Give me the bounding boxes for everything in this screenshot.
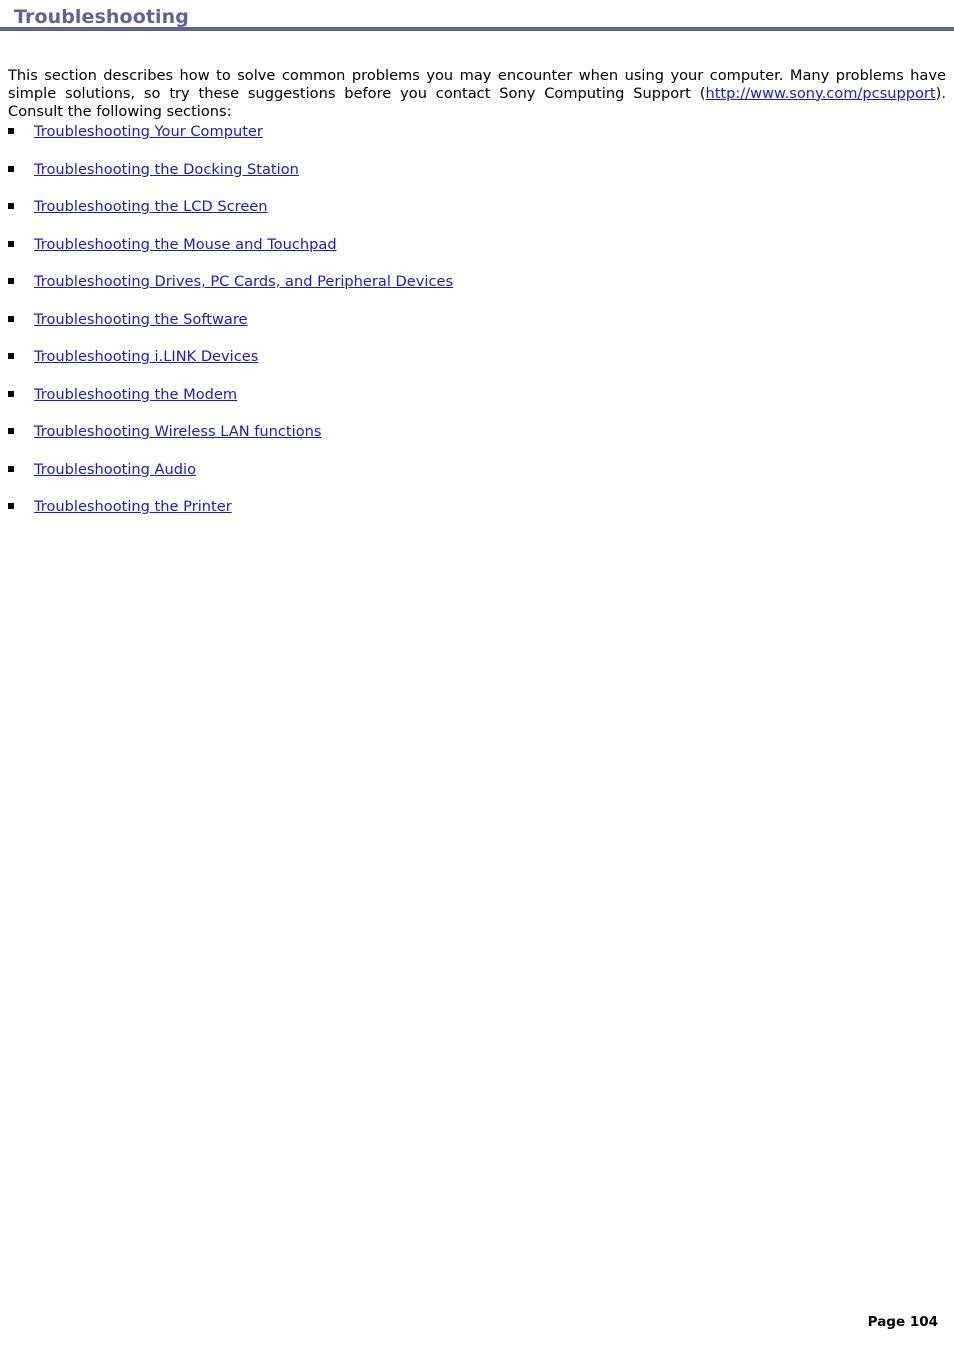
square-bullet-icon xyxy=(8,278,14,284)
list-item: Troubleshooting the LCD Screen xyxy=(0,197,954,235)
square-bullet-icon xyxy=(8,315,14,322)
list-item: Troubleshooting the Software xyxy=(0,310,954,348)
list-item: Troubleshooting Drives, PC Cards, and Pe… xyxy=(0,272,954,310)
section-link[interactable]: Troubleshooting the LCD Screen xyxy=(34,198,268,215)
square-bullet-icon xyxy=(8,240,14,247)
page-number-footer: Page 104 xyxy=(867,1314,938,1330)
section-link[interactable]: Troubleshooting Your Computer xyxy=(34,123,263,140)
section-link[interactable]: Troubleshooting the Docking Station xyxy=(34,161,299,178)
section-link-list: Troubleshooting Your Computer Troubleshoo… xyxy=(0,122,954,535)
list-item: Troubleshooting the Mouse and Touchpad xyxy=(0,235,954,273)
section-link[interactable]: Troubleshooting Wireless LAN functions xyxy=(34,423,321,440)
section-link[interactable]: Troubleshooting the Modem xyxy=(34,386,237,403)
section-link[interactable]: Troubleshooting i.LINK Devices xyxy=(34,348,258,365)
list-item: Troubleshooting Your Computer xyxy=(0,122,954,160)
square-bullet-icon xyxy=(8,128,14,134)
page-title: Troubleshooting xyxy=(14,6,189,28)
document-page: Troubleshooting This section describes h… xyxy=(0,0,954,1351)
square-bullet-icon xyxy=(8,428,14,434)
header-divider xyxy=(0,27,954,31)
section-link[interactable]: Troubleshooting Audio xyxy=(34,461,196,478)
list-item: Troubleshooting Wireless LAN functions xyxy=(0,422,954,460)
page-header: Troubleshooting xyxy=(0,0,954,36)
list-item: Troubleshooting i.LINK Devices xyxy=(0,347,954,385)
list-item: Troubleshooting the Docking Station xyxy=(0,160,954,198)
section-link[interactable]: Troubleshooting the Software xyxy=(34,311,247,328)
square-bullet-icon xyxy=(8,503,14,509)
sony-support-url-link[interactable]: http://www.sony.com/pcsupport xyxy=(705,85,935,102)
square-bullet-icon xyxy=(8,353,14,359)
section-link[interactable]: Troubleshooting the Mouse and Touchpad xyxy=(34,236,337,253)
square-bullet-icon xyxy=(8,165,14,172)
intro-paragraph: This section describes how to solve comm… xyxy=(8,67,946,122)
section-link[interactable]: Troubleshooting Drives, PC Cards, and Pe… xyxy=(34,273,453,290)
square-bullet-icon xyxy=(8,465,14,472)
list-item: Troubleshooting the Printer xyxy=(0,497,954,535)
list-item: Troubleshooting Audio xyxy=(0,460,954,498)
square-bullet-icon xyxy=(8,203,14,209)
square-bullet-icon xyxy=(8,390,14,397)
list-item: Troubleshooting the Modem xyxy=(0,385,954,423)
section-link[interactable]: Troubleshooting the Printer xyxy=(34,498,232,515)
